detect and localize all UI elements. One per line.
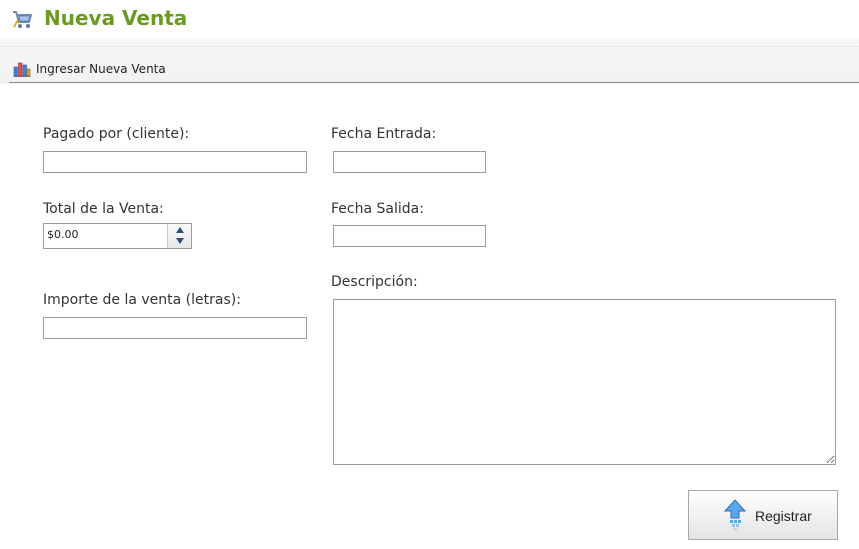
pagado-por-input[interactable]	[43, 151, 307, 173]
descripcion-label: Descripción:	[331, 274, 418, 290]
page-header: Nueva Venta	[0, 0, 859, 38]
page-title: Nueva Venta	[44, 6, 188, 30]
toolbar-item-ingresar-nueva-venta[interactable]: Ingresar Nueva Venta	[13, 59, 166, 79]
pagado-por-label: Pagado por (cliente):	[43, 126, 190, 142]
registrar-button-label: Registrar	[755, 508, 812, 524]
registrar-button[interactable]: Registrar	[688, 490, 838, 540]
toolbar-divider	[9, 82, 859, 83]
fecha-entrada-input[interactable]	[333, 151, 486, 173]
shopping-cart-icon	[13, 11, 32, 28]
upload-arrow-icon	[723, 499, 747, 531]
stepper-buttons	[167, 224, 191, 248]
fecha-salida-input[interactable]	[333, 225, 486, 247]
bar-chart-icon	[13, 62, 31, 77]
total-venta-label: Total de la Venta:	[43, 201, 164, 217]
fecha-entrada-label: Fecha Entrada:	[331, 126, 437, 142]
increment-arrow-icon[interactable]	[168, 224, 191, 236]
total-venta-value[interactable]: $0.00	[47, 228, 79, 241]
descripcion-textarea[interactable]	[333, 299, 836, 465]
fecha-salida-label: Fecha Salida:	[331, 201, 424, 217]
importe-letras-label: Importe de la venta (letras):	[43, 292, 241, 308]
importe-letras-input[interactable]	[43, 317, 307, 339]
decrement-arrow-icon[interactable]	[168, 236, 191, 248]
toolbar-divider	[0, 46, 859, 47]
total-venta-stepper[interactable]: $0.00	[43, 223, 192, 249]
toolbar-item-label: Ingresar Nueva Venta	[36, 62, 166, 76]
